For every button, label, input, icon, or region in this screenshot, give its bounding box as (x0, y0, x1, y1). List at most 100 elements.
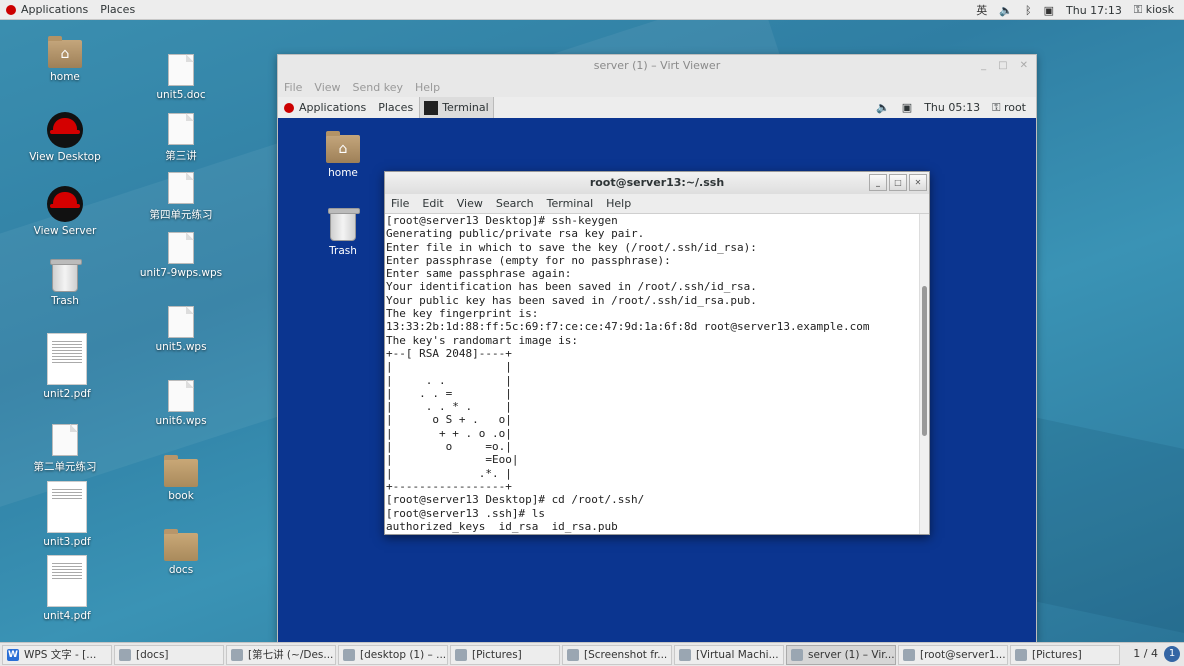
taskbar-item-root-terminal[interactable]: [root@server1... (898, 644, 1008, 665)
guest-display[interactable]: Applications Places Terminal 🔈 ▣ Thu 05:… (278, 97, 1036, 642)
minimize-icon[interactable]: _ (869, 174, 887, 191)
terminal-line: [root@server13 .ssh]# ls (386, 506, 545, 520)
folder-icon (164, 455, 198, 487)
workspace-pager[interactable]: 1 / 4 (1133, 647, 1158, 660)
taskbar-item-virtual-machine[interactable]: [Virtual Machi... (674, 644, 784, 665)
term-menu-search[interactable]: Search (496, 197, 534, 210)
guest-applications-menu[interactable]: Applications (278, 101, 372, 114)
term-menu-help[interactable]: Help (606, 197, 631, 210)
input-method-indicator[interactable]: 英 (976, 2, 987, 18)
virt-manager-icon (679, 648, 691, 661)
term-menu-view[interactable]: View (457, 197, 483, 210)
desktop-icon-label: home (50, 71, 80, 83)
terminal-scrollbar[interactable] (919, 214, 929, 534)
home-folder-icon: ⌂ (48, 36, 82, 68)
pdf-file-icon (47, 481, 87, 533)
volume-icon[interactable]: 🔈 (999, 4, 1013, 17)
trash-icon (328, 208, 360, 241)
taskbar-item-wps[interactable]: W WPS 文字 - [... (2, 644, 112, 665)
terminal-line: 13:33:2b:1d:88:ff:5c:69:f7:ce:ce:47:9d:1… (386, 320, 870, 334)
applications-menu[interactable]: Applications (0, 0, 94, 20)
taskbar-item-screenshot[interactable]: [Screenshot fr... (562, 644, 672, 665)
taskbar-item-pictures[interactable]: [Pictures] (450, 644, 560, 665)
guest-clock[interactable]: Thu 05:13 (924, 101, 980, 114)
taskbar-item-docs[interactable]: [docs] (114, 644, 224, 665)
maximize-icon[interactable]: □ (998, 55, 1007, 77)
guest-icon-home[interactable]: ⌂ home (308, 131, 378, 179)
network-icon[interactable]: ▣ (1044, 4, 1054, 17)
guest-user-menu[interactable]: ⚿ root (992, 101, 1026, 115)
taskbar-item-lecture7[interactable]: [第七讲 (~/Des... (226, 644, 336, 665)
menu-view[interactable]: View (314, 81, 340, 94)
menu-file[interactable]: File (284, 81, 302, 94)
terminal-line: | | (386, 360, 512, 374)
home-folder-icon: ⌂ (326, 131, 360, 163)
folder-icon (455, 648, 467, 661)
menu-help[interactable]: Help (415, 81, 440, 94)
desktop-icon-unit5-doc[interactable]: unit5.doc (136, 54, 226, 101)
desktop-icon-unit2-pdf[interactable]: unit2.pdf (22, 333, 112, 400)
desktop-icon-home[interactable]: ⌂ home (20, 36, 110, 83)
desktop-icon-label: unit6.wps (155, 415, 207, 427)
desktop-icon-docs[interactable]: docs (136, 529, 226, 576)
terminal-line: Enter file in which to save the key (/ro… (386, 240, 757, 254)
menu-send-key[interactable]: Send key (353, 81, 403, 94)
scrollbar-thumb[interactable] (922, 286, 927, 436)
desktop-icon-label: book (168, 490, 194, 502)
desktop-icon-label: unit5.wps (155, 341, 207, 353)
taskbar-item-server-viewer[interactable]: server (1) – Vir... (786, 644, 896, 665)
desktop-icon-unit4-pdf[interactable]: unit4.pdf (22, 555, 112, 622)
guest-top-panel: Applications Places Terminal 🔈 ▣ Thu 05:… (278, 97, 1036, 118)
terminal-line: | . . | (386, 373, 512, 387)
terminal-line: | o S + . o| (386, 413, 512, 427)
close-icon[interactable]: ✕ (909, 174, 927, 191)
terminal-icon (424, 100, 439, 115)
clock[interactable]: Thu 17:13 (1066, 4, 1122, 17)
taskbar-item-pictures-2[interactable]: [Pictures] (1010, 644, 1120, 665)
desktop-icon-view-desktop[interactable]: View Desktop (20, 112, 110, 163)
terminal-output[interactable]: [root@server13 Desktop]# ssh-keygen Gener… (385, 214, 919, 534)
terminal-line: [root@server13 Desktop]# cd /root/.ssh/ (386, 493, 645, 507)
desktop-icon-unit6-wps[interactable]: unit6.wps (136, 380, 226, 427)
virt-viewer-window: server (1) – Virt Viewer _ □ ✕ File View… (277, 54, 1037, 642)
term-menu-file[interactable]: File (391, 197, 409, 210)
guest-network-icon[interactable]: ▣ (902, 101, 912, 114)
taskbar-item-desktop-viewer[interactable]: [desktop (1) – ... (338, 644, 448, 665)
bluetooth-icon[interactable]: ᛒ (1025, 4, 1032, 17)
document-icon (168, 172, 194, 204)
notification-badge[interactable]: 1 (1164, 646, 1180, 662)
terminal-line: The key's randomart image is: (386, 333, 579, 347)
guest-volume-icon[interactable]: 🔈 (876, 101, 890, 114)
screenshot-icon (567, 648, 579, 661)
minimize-icon[interactable]: _ (981, 55, 986, 77)
guest-terminal-task[interactable]: Terminal (419, 97, 494, 118)
desktop-icon-unit4-exercise[interactable]: 第四单元练习 (136, 172, 226, 222)
desktop-icon-label: 第三讲 (165, 150, 197, 162)
guest-icon-trash[interactable]: Trash (308, 208, 378, 257)
desktop-icon-lecture3[interactable]: 第三讲 (136, 113, 226, 163)
desktop-icon-unit5-wps[interactable]: unit5.wps (136, 306, 226, 353)
term-menu-terminal[interactable]: Terminal (547, 197, 594, 210)
guest-user-label: root (1003, 100, 1026, 114)
desktop-icon-unit3-pdf[interactable]: unit3.pdf (22, 481, 112, 548)
term-menu-edit[interactable]: Edit (422, 197, 443, 210)
folder-icon (1015, 648, 1027, 661)
desktop-icon-unit2-exercise[interactable]: 第二单元练习 (20, 424, 110, 474)
desktop-icon-trash[interactable]: Trash (20, 259, 110, 307)
close-icon[interactable]: ✕ (1020, 55, 1028, 77)
taskbar-item-label: [Pictures] (472, 648, 522, 661)
text-editor-icon (231, 648, 243, 661)
monitor-icon (791, 648, 803, 661)
desktop-icon-unit7-9-wps[interactable]: unit7-9wps.wps (136, 232, 226, 279)
terminal-line: authorized_keys id_rsa id_rsa.pub (386, 519, 618, 533)
terminal-window: root@server13:~/.ssh _ □ ✕ File Edit Vie… (384, 171, 930, 535)
user-menu[interactable]: ⚿ kiosk (1134, 3, 1174, 17)
desktop-icon-view-server[interactable]: View Server (20, 186, 110, 237)
places-menu[interactable]: Places (94, 0, 141, 20)
desktop-icon-book[interactable]: book (136, 455, 226, 502)
top-panel: Applications Places 英 🔈 ᛒ ▣ Thu 17:13 ⚿ … (0, 0, 1184, 20)
guest-places-menu[interactable]: Places (372, 101, 419, 114)
maximize-icon[interactable]: □ (889, 174, 907, 191)
terminal-titlebar[interactable]: root@server13:~/.ssh _ □ ✕ (385, 172, 929, 194)
virt-viewer-titlebar[interactable]: server (1) – Virt Viewer _ □ ✕ (278, 55, 1036, 77)
